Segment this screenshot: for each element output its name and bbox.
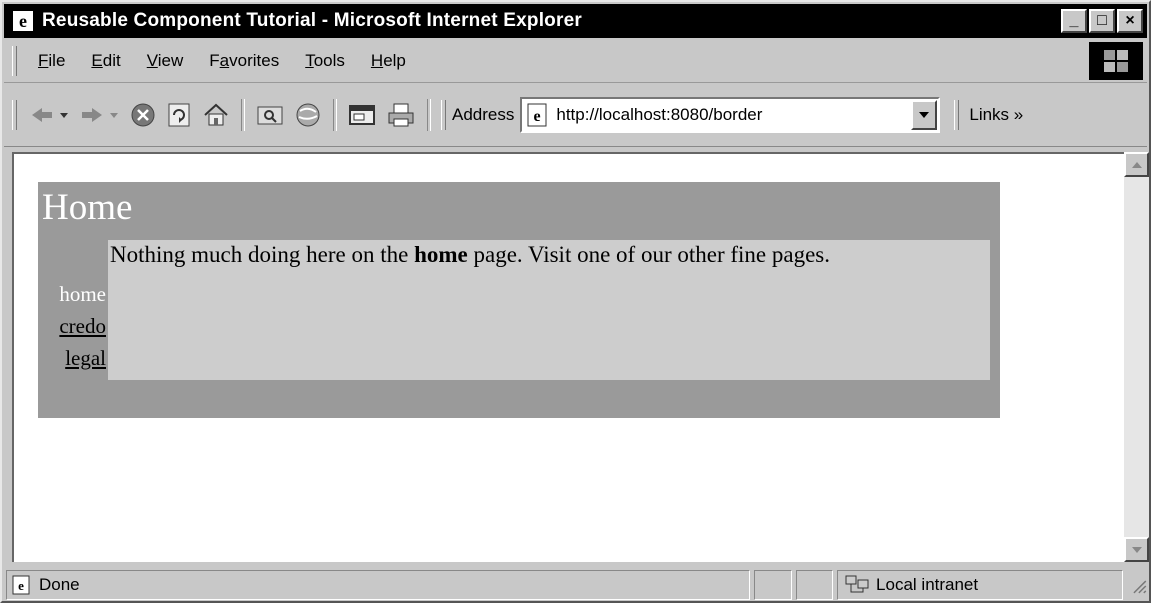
menu-help[interactable]: Help <box>371 51 406 71</box>
search-icon <box>257 106 283 125</box>
nav-link-credo[interactable]: credo <box>40 310 106 342</box>
ie-logo-icon: e <box>12 10 34 32</box>
menu-tools[interactable]: Tools <box>305 51 345 71</box>
intranet-icon <box>845 575 869 592</box>
menubar-grip[interactable] <box>12 46 17 76</box>
svg-text:e: e <box>19 11 27 31</box>
home-button[interactable] <box>202 95 230 135</box>
toolbar: Address e Links » <box>4 84 1147 147</box>
minimize-button[interactable]: _ <box>1061 9 1087 33</box>
scroll-up-button[interactable] <box>1124 152 1149 177</box>
refresh-icon <box>168 103 190 127</box>
links-grip[interactable] <box>954 100 960 130</box>
menu-edit[interactable]: Edit <box>91 51 120 71</box>
address-input[interactable] <box>556 105 897 125</box>
toolbar-separator <box>427 99 431 131</box>
nav-menu: home credo legal <box>40 278 106 374</box>
address-grip[interactable] <box>441 100 446 130</box>
status-text: Done <box>39 574 80 594</box>
toolbar-grip[interactable] <box>12 100 17 130</box>
status-pane <box>795 569 834 600</box>
menu-favorites[interactable]: Favorites <box>209 51 279 71</box>
status-main-pane: e Done <box>6 569 751 600</box>
nav-link-legal[interactable]: legal <box>40 342 106 374</box>
svg-text:e: e <box>18 578 24 593</box>
menu-view[interactable]: View <box>147 51 184 71</box>
resize-grip-icon[interactable] <box>1129 576 1147 594</box>
browser-window: e Reusable Component Tutorial - Microsof… <box>0 0 1151 603</box>
forward-icon <box>82 108 118 122</box>
maximize-button[interactable]: □ <box>1089 9 1115 33</box>
zone-text: Local intranet <box>876 574 979 594</box>
window-title: Reusable Component Tutorial - Microsoft … <box>42 10 582 31</box>
content-text: Nothing much doing here on the <box>110 242 415 267</box>
maximize-icon: □ <box>1097 12 1107 29</box>
print-icon <box>388 103 414 127</box>
toolbar-separator <box>241 99 245 131</box>
page-icon: e <box>527 103 547 127</box>
home-icon <box>204 103 228 126</box>
search-button[interactable] <box>256 95 284 135</box>
forward-button[interactable] <box>80 95 120 135</box>
mail-icon <box>349 105 375 125</box>
vertical-scrollbar[interactable] <box>1124 152 1149 562</box>
content-cell: Nothing much doing here on the home page… <box>108 240 990 380</box>
window-controls: _ □ × <box>1061 9 1143 33</box>
refresh-button[interactable] <box>166 95 192 135</box>
toolbar-separator <box>333 99 337 131</box>
svg-text:e: e <box>534 108 541 125</box>
address-dropdown-button[interactable] <box>911 100 938 130</box>
scroll-down-button[interactable] <box>1124 537 1149 562</box>
stop-icon <box>131 103 155 127</box>
chevron-up-icon <box>1131 161 1142 168</box>
status-pane <box>754 569 792 600</box>
menu-bar: File Edit View Favorites Tools Help <box>4 40 1147 83</box>
print-button[interactable] <box>386 95 416 135</box>
history-icon <box>296 103 320 127</box>
links-button[interactable]: Links » <box>969 105 1023 125</box>
border-component: Home home credo legal Nothing much doing… <box>38 182 1000 418</box>
mail-button[interactable] <box>348 95 376 135</box>
page-icon: e <box>12 575 30 594</box>
address-label: Address <box>452 105 515 124</box>
chevron-down-icon <box>919 112 930 118</box>
chevron-down-icon <box>1131 546 1142 553</box>
menu-file[interactable]: File <box>38 51 65 71</box>
close-button[interactable]: × <box>1117 9 1143 33</box>
minimize-icon: _ <box>1069 12 1079 29</box>
history-button[interactable] <box>294 95 322 135</box>
content-text-tail: page. Visit one of our other fine pages. <box>467 242 830 267</box>
status-bar: e Done Local intranet <box>4 568 1147 601</box>
nav-item-home: home <box>59 282 106 306</box>
windows-logo-icon <box>1089 42 1143 80</box>
back-button[interactable] <box>30 95 70 135</box>
title-bar[interactable]: e Reusable Component Tutorial - Microsof… <box>4 4 1147 38</box>
address-bar[interactable]: e <box>520 97 941 133</box>
page-viewport: Home home credo legal Nothing much doing… <box>12 152 1124 562</box>
close-icon: × <box>1125 12 1135 29</box>
page-title: Home <box>42 187 133 228</box>
content-bold: home <box>414 242 468 267</box>
back-icon <box>32 108 68 122</box>
stop-button[interactable] <box>130 95 156 135</box>
status-zone-pane: Local intranet <box>837 569 1124 600</box>
